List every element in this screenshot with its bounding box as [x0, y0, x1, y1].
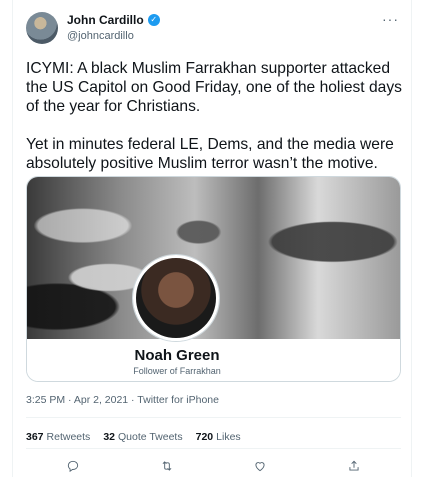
share-icon[interactable]: [344, 458, 364, 474]
divider: [26, 417, 401, 418]
action-bar: [26, 458, 401, 474]
retweets-label: Retweets: [46, 431, 91, 443]
quotes-label: Quote Tweets: [118, 431, 183, 443]
avatar[interactable]: [26, 12, 58, 44]
card-title: Noah Green: [134, 347, 220, 364]
tweet-paragraph: ICYMI: A black Muslim Farrakhan supporte…: [26, 60, 402, 115]
likes-stat[interactable]: 720 Likes: [196, 431, 241, 443]
engagement-stats: 367 Retweets 32 Quote Tweets 720 Likes: [26, 431, 241, 443]
like-icon[interactable]: [250, 458, 270, 474]
tweet: John Cardillo ✓ @johncardillo ··· ICYMI:…: [12, 0, 412, 477]
verified-badge-icon: ✓: [147, 14, 160, 26]
retweet-icon[interactable]: [157, 458, 177, 474]
tweet-paragraph: Yet in minutes federal LE, Dems, and the…: [26, 136, 394, 172]
likes-label: Likes: [216, 431, 241, 443]
reply-icon[interactable]: [63, 458, 83, 474]
divider: [26, 448, 401, 449]
quotes-count: 32: [103, 431, 115, 443]
author-name[interactable]: John Cardillo: [67, 13, 144, 27]
link-card[interactable]: Noah Green Follower of Farrakhan: [26, 176, 401, 382]
card-subtitle: Follower of Farrakhan: [133, 366, 221, 376]
tweet-timestamp[interactable]: 3:25 PM · Apr 2, 2021 · Twitter for iPho…: [26, 394, 219, 406]
retweets-count: 367: [26, 431, 44, 443]
likes-count: 720: [195, 431, 214, 443]
more-options-icon[interactable]: ···: [382, 11, 399, 27]
author-name-row[interactable]: John Cardillo ✓: [67, 13, 160, 27]
tweet-text: ICYMI: A black Muslim Farrakhan supporte…: [26, 59, 406, 192]
retweets-stat[interactable]: 367 Retweets: [26, 431, 90, 443]
quotes-stat[interactable]: 32 Quote Tweets: [103, 431, 182, 443]
author-handle[interactable]: @johncardillo: [67, 30, 134, 42]
card-portrait-photo: [133, 255, 219, 341]
